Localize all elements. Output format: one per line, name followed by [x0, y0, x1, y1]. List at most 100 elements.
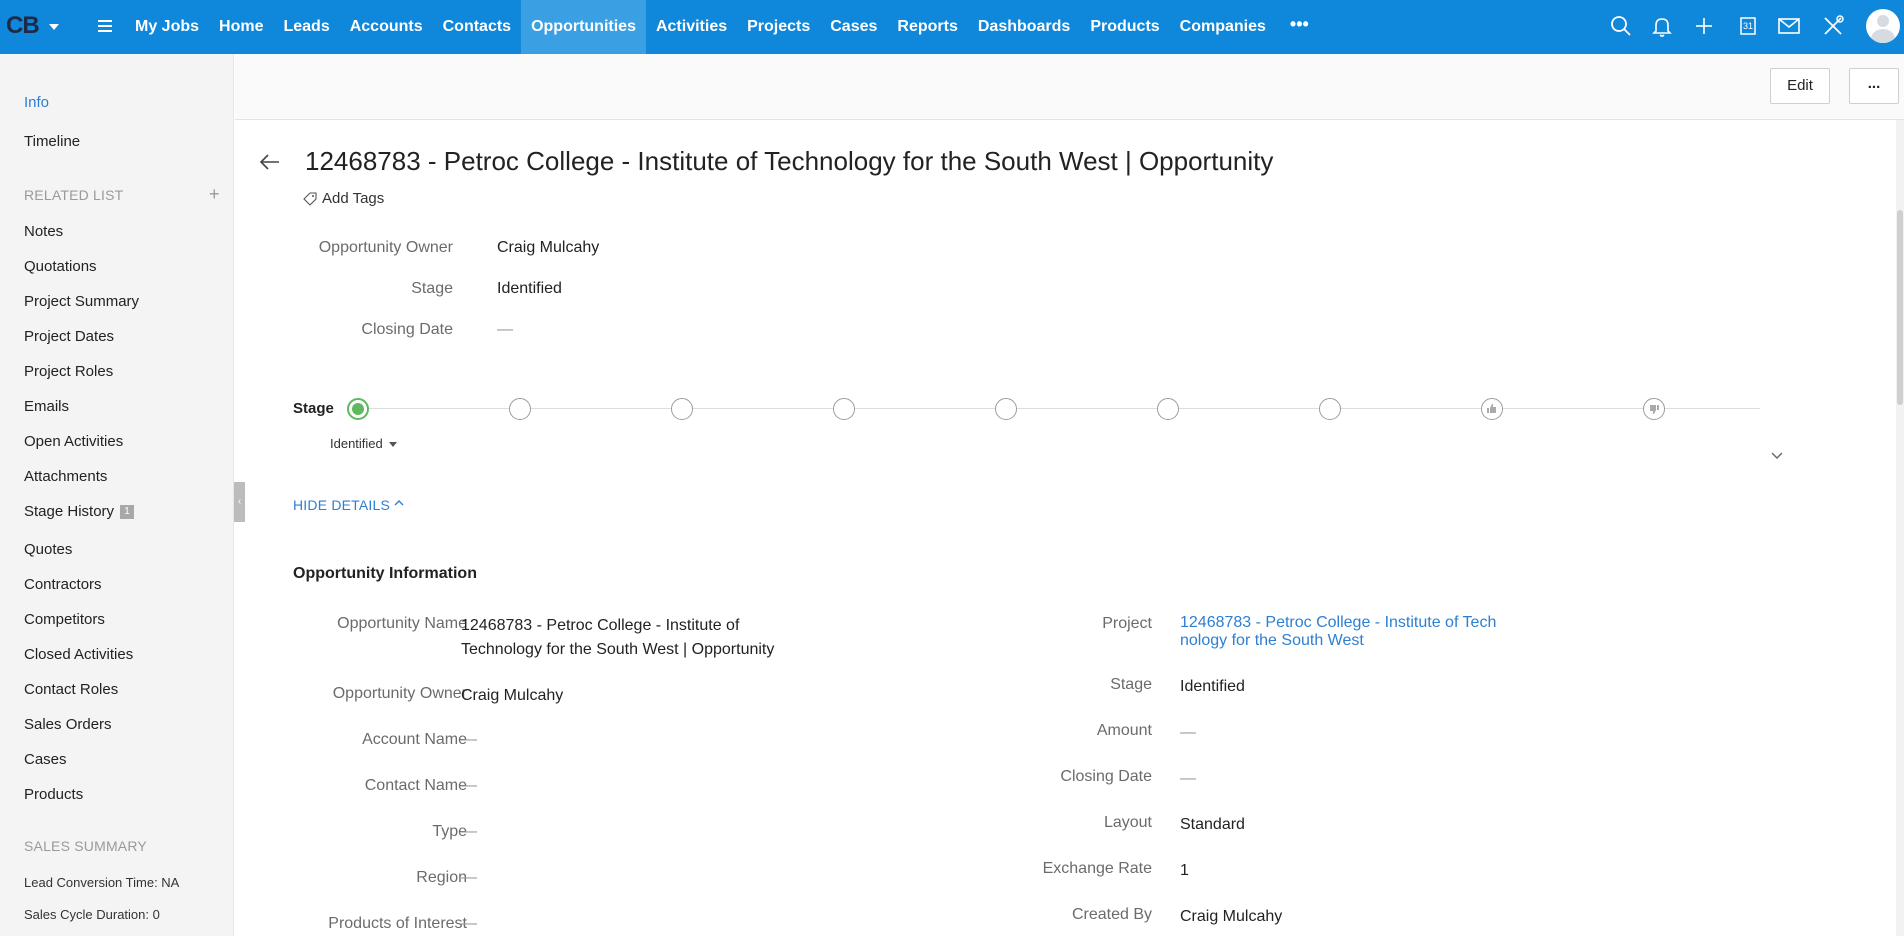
stage-closed-lost[interactable] — [1643, 398, 1665, 420]
field-label-closing-date: Closing Date — [1060, 768, 1152, 785]
sidebar-item-sales-orders[interactable]: Sales Orders — [24, 716, 112, 733]
summary-value-stage: Identified — [497, 280, 562, 297]
sidebar-item-quotations[interactable]: Quotations — [24, 258, 97, 275]
sidebar-item-project-summary[interactable]: Project Summary — [24, 293, 139, 310]
summary-label-closing-date: Closing Date — [361, 321, 453, 338]
stage-closed-won[interactable] — [1481, 398, 1503, 420]
field-value-opportunity-owner: Craig Mulcahy — [461, 687, 564, 704]
user-avatar[interactable] — [1866, 9, 1900, 43]
tab-reports[interactable]: Reports — [887, 0, 967, 54]
sidebar-item-stage-history[interactable]: Stage History 1 — [24, 503, 135, 520]
app-logo[interactable]: CB — [6, 12, 40, 40]
search-icon[interactable] — [1608, 13, 1634, 39]
field-value-account-name: — — [461, 731, 477, 748]
tab-companies[interactable]: Companies — [1170, 0, 1276, 54]
sidebar-item-project-dates[interactable]: Project Dates — [24, 328, 114, 345]
stage-select-caret-icon[interactable] — [389, 442, 397, 447]
tab-dashboards[interactable]: Dashboards — [968, 0, 1080, 54]
field-value-project-link-line2[interactable]: nology for the South West — [1180, 632, 1364, 650]
field-label-products-of-interest: Products of Interest — [328, 915, 467, 932]
add-tags-link[interactable]: Add Tags — [322, 190, 384, 207]
field-label-stage: Stage — [1110, 676, 1152, 693]
sidebar-item-emails[interactable]: Emails — [24, 398, 69, 415]
summary-value-closing-date: — — [497, 321, 513, 338]
stage-step-4[interactable] — [833, 398, 855, 420]
chevron-up-icon[interactable] — [393, 498, 405, 508]
sidebar-item-quotes[interactable]: Quotes — [24, 541, 72, 558]
field-value-contact-name: — — [461, 777, 477, 794]
sidebar-item-attachments[interactable]: Attachments — [24, 468, 107, 485]
add-related-list-icon[interactable]: + — [209, 184, 220, 205]
field-value-region: — — [461, 869, 477, 886]
tab-leads[interactable]: Leads — [273, 0, 339, 54]
field-value-created-by: Craig Mulcahy — [1180, 908, 1283, 925]
tab-projects[interactable]: Projects — [737, 0, 820, 54]
mail-icon[interactable] — [1776, 13, 1802, 39]
field-value-opportunity-name-line2: Technology for the South West | Opportun… — [461, 641, 775, 658]
module-tabs: My Jobs Home Leads Accounts Contacts Opp… — [125, 0, 1323, 54]
tab-opportunities[interactable]: Opportunities — [521, 0, 646, 54]
hide-details-toggle[interactable]: HIDE DETAILS — [293, 497, 390, 513]
chevron-down-icon[interactable] — [1770, 451, 1784, 461]
tab-home[interactable]: Home — [209, 0, 273, 54]
bell-icon[interactable] — [1649, 13, 1675, 39]
sidebar-item-contractors[interactable]: Contractors — [24, 576, 102, 593]
sidebar-item-stage-history-label: Stage History — [24, 503, 115, 520]
stage-history-count-badge: 1 — [120, 505, 135, 520]
sidebar-item-cases[interactable]: Cases — [24, 751, 67, 768]
tag-icon — [303, 192, 317, 206]
stage-step-3[interactable] — [671, 398, 693, 420]
sidebar-item-contact-roles[interactable]: Contact Roles — [24, 681, 118, 698]
sidebar-item-open-activities[interactable]: Open Activities — [24, 433, 123, 450]
field-label-region: Region — [416, 869, 467, 886]
top-navigation-bar: CB My Jobs Home Leads Accounts Contacts … — [0, 0, 1904, 54]
field-value-amount: — — [1180, 724, 1196, 741]
summary-label-stage: Stage — [411, 280, 453, 297]
record-toolbar: Edit ... — [235, 54, 1904, 120]
plus-icon[interactable] — [1691, 13, 1717, 39]
tab-activities[interactable]: Activities — [646, 0, 737, 54]
tools-icon[interactable] — [1820, 13, 1846, 39]
sidebar-item-closed-activities[interactable]: Closed Activities — [24, 646, 133, 663]
record-sidebar: Info Timeline RELATED LIST + Notes Quota… — [0, 54, 234, 936]
edit-button[interactable]: Edit — [1770, 68, 1830, 104]
field-value-layout: Standard — [1180, 816, 1245, 833]
calendar-icon[interactable]: 31 — [1735, 13, 1761, 39]
logo-dropdown-icon[interactable] — [49, 24, 59, 30]
stage-step-6[interactable] — [1157, 398, 1179, 420]
field-label-account-name: Account Name — [362, 731, 467, 748]
sidebar-item-competitors[interactable]: Competitors — [24, 611, 105, 628]
stage-step-5[interactable] — [995, 398, 1017, 420]
sidebar-item-notes[interactable]: Notes — [24, 223, 63, 240]
sidebar-item-project-roles[interactable]: Project Roles — [24, 363, 113, 380]
field-label-created-by: Created By — [1071, 906, 1152, 923]
field-value-closing-date: — — [1180, 770, 1196, 787]
lead-conversion-time: Lead Conversion Time: NA — [24, 875, 180, 890]
stage-step-2[interactable] — [509, 398, 531, 420]
field-label-amount: Amount — [1096, 722, 1152, 739]
sidebar-collapse-handle[interactable]: ‹ — [234, 482, 245, 522]
main-scrollbar[interactable] — [1896, 120, 1904, 936]
tab-my-jobs[interactable]: My Jobs — [125, 0, 209, 54]
tab-cases[interactable]: Cases — [820, 0, 887, 54]
sidebar-item-info[interactable]: Info — [24, 94, 49, 111]
stage-step-1[interactable] — [347, 398, 369, 420]
tab-contacts[interactable]: Contacts — [433, 0, 521, 54]
more-tabs-icon[interactable]: ••• — [1276, 0, 1323, 54]
field-value-project-link[interactable]: 12468783 - Petroc College - Institute of… — [1180, 614, 1496, 632]
field-label-opportunity-name: Opportunity Name — [337, 615, 467, 632]
stage-select[interactable]: Identified — [330, 436, 383, 451]
field-label-contact-name: Contact Name — [364, 777, 467, 794]
more-actions-button[interactable]: ... — [1849, 68, 1899, 104]
back-arrow-icon[interactable] — [258, 150, 282, 174]
tab-accounts[interactable]: Accounts — [340, 0, 433, 54]
menu-icon[interactable] — [98, 20, 112, 32]
field-label-exchange-rate: Exchange Rate — [1042, 860, 1152, 877]
field-value-opportunity-name: 12468783 - Petroc College - Institute of — [461, 617, 740, 634]
sidebar-item-timeline[interactable]: Timeline — [24, 133, 80, 150]
sidebar-item-products[interactable]: Products — [24, 786, 83, 803]
tab-products[interactable]: Products — [1080, 0, 1169, 54]
thumbs-up-icon — [1487, 404, 1496, 413]
field-label-layout: Layout — [1103, 814, 1152, 831]
stage-step-7[interactable] — [1319, 398, 1341, 420]
